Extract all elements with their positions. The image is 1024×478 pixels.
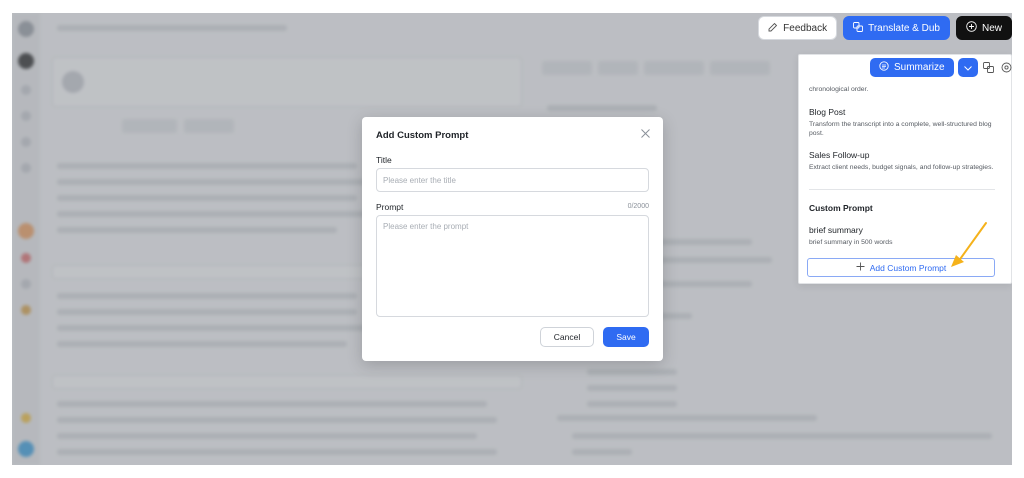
feedback-button[interactable]: Feedback [758,16,838,40]
save-button[interactable]: Save [603,327,649,347]
title-field-label: Title [376,155,392,165]
divider [809,189,995,190]
title-input[interactable] [376,168,649,192]
modal-title: Add Custom Prompt [376,130,469,141]
add-custom-prompt-label: Add Custom Prompt [869,262,947,273]
item-title: Sales Follow-up [809,150,870,160]
cancel-button[interactable]: Cancel [540,327,594,347]
new-button[interactable]: New [955,16,1012,40]
new-label: New [981,22,1002,34]
summarize-controls: Summarize [870,58,1012,77]
partial-item-desc: chronological order. [809,86,869,93]
translate-dub-label: Translate & Dub [868,22,940,34]
dropdown-partial-item[interactable]: chronological order. [809,85,999,94]
chevron-down-icon [963,63,972,73]
item-desc: Extract client needs, budget signals, an… [809,164,994,171]
close-icon[interactable] [641,129,650,141]
dropdown-item-blog-post[interactable]: Blog Post Transform the transcript into … [809,107,999,138]
translate-dub-button[interactable]: Translate & Dub [843,16,950,40]
translate-icon[interactable] [982,61,996,75]
feedback-icon [768,22,778,35]
summarize-label: Summarize [894,62,945,73]
prompt-textarea[interactable] [376,215,649,317]
summarize-button[interactable]: Summarize [870,58,954,77]
translate-icon [853,21,864,35]
gear-icon[interactable] [1000,61,1012,75]
top-toolbar: Feedback Translate & Dub New [758,13,1012,43]
prompt-char-counter: 0/2000 [627,203,649,210]
item-desc: Transform the transcript into a complete… [809,121,992,137]
prompt-field-label: Prompt [376,202,404,212]
add-custom-prompt-modal: Add Custom Prompt Title Prompt 0/2000 Ca… [362,117,663,361]
dropdown-item-sales-follow-up[interactable]: Sales Follow-up Extract client needs, bu… [809,150,999,172]
app-window: Feedback Translate & Dub New chronologic… [12,13,1012,465]
annotation-arrow-icon [951,222,987,267]
plus-icon [856,262,865,273]
plus-circle-icon [966,21,977,35]
custom-prompt-heading: Custom Prompt [809,203,873,213]
item-title: Blog Post [809,107,846,117]
feedback-label: Feedback [783,22,828,34]
document-icon [879,61,889,74]
summarize-dropdown-toggle[interactable] [957,58,978,77]
